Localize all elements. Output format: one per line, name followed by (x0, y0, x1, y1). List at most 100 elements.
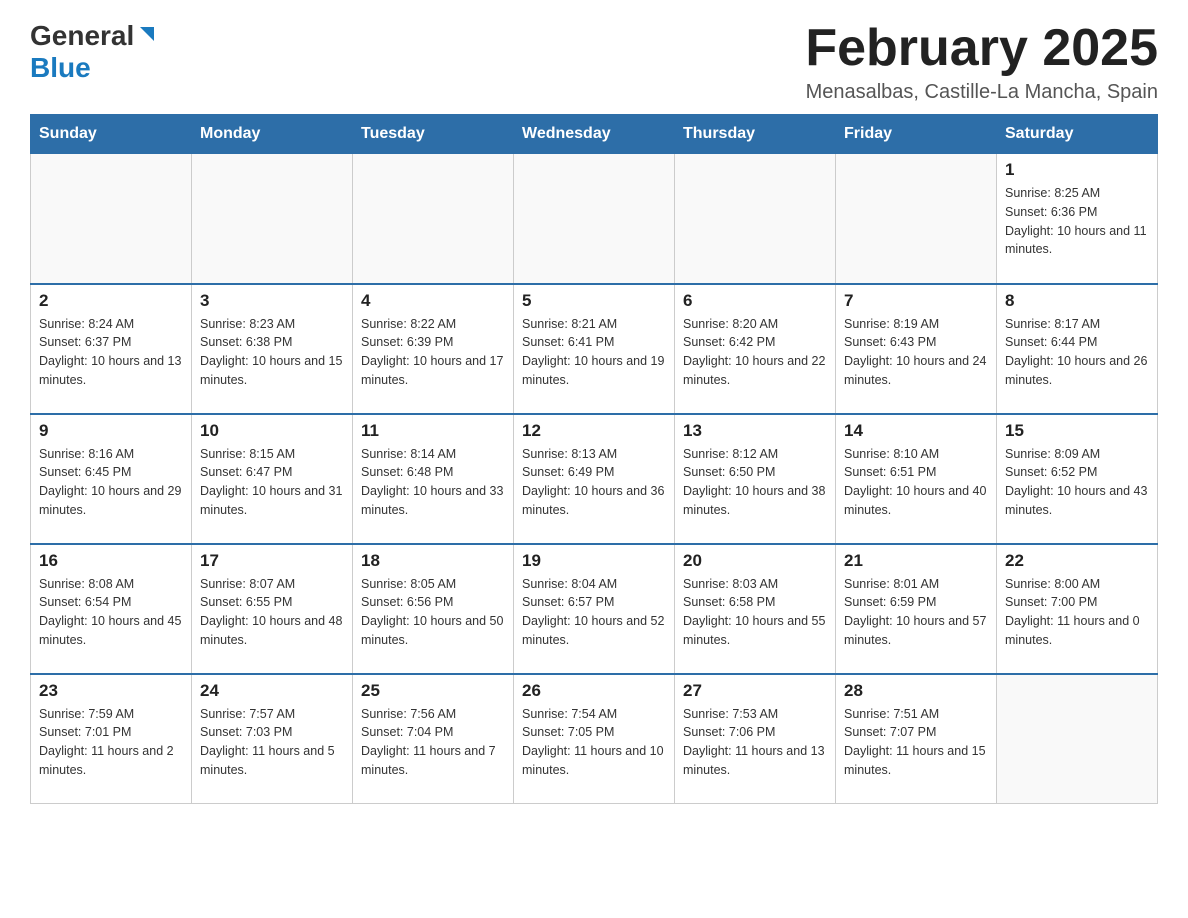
calendar-cell-w1-d5 (675, 154, 836, 284)
day-number: 11 (361, 421, 505, 441)
day-number: 28 (844, 681, 988, 701)
calendar-cell-w5-d4: 26 Sunrise: 7:54 AMSunset: 7:05 PMDayligh… (514, 674, 675, 804)
calendar-cell-w3-d5: 13Sunrise: 8:12 AMSunset: 6:50 PMDayligh… (675, 414, 836, 544)
calendar-cell-w4-d3: 18Sunrise: 8:05 AMSunset: 6:56 PMDayligh… (353, 544, 514, 674)
day-number: 24 (200, 681, 344, 701)
day-info: Sunrise: 8:07 AMSunset: 6:55 PMDaylight:… (200, 575, 344, 650)
day-info: Sunrise: 8:17 AMSunset: 6:44 PMDaylight:… (1005, 315, 1149, 390)
day-info: Sunrise: 8:15 AMSunset: 6:47 PMDaylight:… (200, 445, 344, 520)
calendar-cell-w2-d7: 8 Sunrise: 8:17 AMSunset: 6:44 PMDaylight… (997, 284, 1158, 414)
calendar-cell-w1-d3 (353, 154, 514, 284)
day-info: Sunrise: 8:16 AMSunset: 6:45 PMDaylight:… (39, 445, 183, 520)
col-monday: Monday (192, 115, 353, 154)
day-number: 6 (683, 291, 827, 311)
calendar-cell-w5-d1: 23 Sunrise: 7:59 AMSunset: 7:01 PMDayligh… (31, 674, 192, 804)
col-saturday: Saturday (997, 115, 1158, 154)
day-info: Sunrise: 8:13 AMSunset: 6:49 PMDaylight:… (522, 445, 666, 520)
calendar-cell-w3-d3: 11Sunrise: 8:14 AMSunset: 6:48 PMDayligh… (353, 414, 514, 544)
calendar-cell-w5-d3: 25 Sunrise: 7:56 AMSunset: 7:04 PMDayligh… (353, 674, 514, 804)
day-info: Sunrise: 8:12 AMSunset: 6:50 PMDaylight:… (683, 445, 827, 520)
day-number: 12 (522, 421, 666, 441)
day-info: Sunrise: 7:53 AMSunset: 7:06 PMDaylight:… (683, 705, 827, 780)
calendar-cell-w4-d4: 19 Sunrise: 8:04 AMSunset: 6:57 PMDayligh… (514, 544, 675, 674)
day-info: Sunrise: 8:20 AMSunset: 6:42 PMDaylight:… (683, 315, 827, 390)
day-number: 17 (200, 551, 344, 571)
day-info: Sunrise: 8:22 AMSunset: 6:39 PMDaylight:… (361, 315, 505, 390)
calendar-week-2: 2 Sunrise: 8:24 AMSunset: 6:37 PMDaylight… (31, 284, 1158, 414)
day-info: Sunrise: 8:00 AMSunset: 7:00 PMDaylight:… (1005, 575, 1149, 650)
calendar-table: Sunday Monday Tuesday Wednesday Thursday… (30, 114, 1158, 804)
day-info: Sunrise: 8:24 AMSunset: 6:37 PMDaylight:… (39, 315, 183, 390)
calendar-week-1: 1 Sunrise: 8:25 AMSunset: 6:36 PMDaylight… (31, 154, 1158, 284)
day-info: Sunrise: 8:25 AMSunset: 6:36 PMDaylight:… (1005, 184, 1149, 259)
calendar-cell-w4-d6: 21 Sunrise: 8:01 AMSunset: 6:59 PMDayligh… (836, 544, 997, 674)
logo-blue-text: Blue (30, 52, 91, 83)
calendar-cell-w3-d2: 10 Sunrise: 8:15 AMSunset: 6:47 PMDayligh… (192, 414, 353, 544)
day-info: Sunrise: 7:59 AMSunset: 7:01 PMDaylight:… (39, 705, 183, 780)
day-info: Sunrise: 7:57 AMSunset: 7:03 PMDaylight:… (200, 705, 344, 780)
day-info: Sunrise: 8:03 AMSunset: 6:58 PMDaylight:… (683, 575, 827, 650)
day-info: Sunrise: 8:08 AMSunset: 6:54 PMDaylight:… (39, 575, 183, 650)
calendar-cell-w4-d2: 17 Sunrise: 8:07 AMSunset: 6:55 PMDayligh… (192, 544, 353, 674)
day-number: 20 (683, 551, 827, 571)
calendar-cell-w5-d5: 27 Sunrise: 7:53 AMSunset: 7:06 PMDayligh… (675, 674, 836, 804)
col-sunday: Sunday (31, 115, 192, 154)
col-friday: Friday (836, 115, 997, 154)
col-wednesday: Wednesday (514, 115, 675, 154)
calendar-cell-w3-d4: 12 Sunrise: 8:13 AMSunset: 6:49 PMDayligh… (514, 414, 675, 544)
day-number: 19 (522, 551, 666, 571)
day-number: 21 (844, 551, 988, 571)
logo-triangle-icon (136, 23, 158, 45)
day-number: 1 (1005, 160, 1149, 180)
logo-general-text: General (30, 20, 134, 52)
calendar-cell-w2-d4: 5Sunrise: 8:21 AMSunset: 6:41 PMDaylight… (514, 284, 675, 414)
calendar-header-row: Sunday Monday Tuesday Wednesday Thursday… (31, 115, 1158, 154)
day-number: 27 (683, 681, 827, 701)
day-number: 9 (39, 421, 183, 441)
day-info: Sunrise: 7:51 AMSunset: 7:07 PMDaylight:… (844, 705, 988, 780)
day-number: 16 (39, 551, 183, 571)
day-info: Sunrise: 7:54 AMSunset: 7:05 PMDaylight:… (522, 705, 666, 780)
day-number: 22 (1005, 551, 1149, 571)
day-number: 14 (844, 421, 988, 441)
day-info: Sunrise: 8:19 AMSunset: 6:43 PMDaylight:… (844, 315, 988, 390)
calendar-cell-w1-d4 (514, 154, 675, 284)
day-info: Sunrise: 8:09 AMSunset: 6:52 PMDaylight:… (1005, 445, 1149, 520)
day-number: 4 (361, 291, 505, 311)
title-section: February 2025 Menasalbas, Castille-La Ma… (805, 20, 1158, 104)
day-number: 23 (39, 681, 183, 701)
day-number: 2 (39, 291, 183, 311)
day-number: 25 (361, 681, 505, 701)
page-header: General Blue February 2025 Menasalbas, C… (30, 20, 1158, 104)
calendar-cell-w2-d1: 2 Sunrise: 8:24 AMSunset: 6:37 PMDaylight… (31, 284, 192, 414)
day-number: 26 (522, 681, 666, 701)
day-info: Sunrise: 8:04 AMSunset: 6:57 PMDaylight:… (522, 575, 666, 650)
month-title: February 2025 (805, 20, 1158, 77)
calendar-cell-w4-d7: 22 Sunrise: 8:00 AMSunset: 7:00 PMDayligh… (997, 544, 1158, 674)
location-title: Menasalbas, Castille-La Mancha, Spain (805, 81, 1158, 104)
calendar-cell-w1-d7: 1 Sunrise: 8:25 AMSunset: 6:36 PMDaylight… (997, 154, 1158, 284)
day-info: Sunrise: 8:23 AMSunset: 6:38 PMDaylight:… (200, 315, 344, 390)
calendar-cell-w2-d5: 6 Sunrise: 8:20 AMSunset: 6:42 PMDaylight… (675, 284, 836, 414)
calendar-cell-w3-d7: 15Sunrise: 8:09 AMSunset: 6:52 PMDayligh… (997, 414, 1158, 544)
calendar-cell-w5-d7 (997, 674, 1158, 804)
day-info: Sunrise: 7:56 AMSunset: 7:04 PMDaylight:… (361, 705, 505, 780)
calendar-cell-w2-d6: 7 Sunrise: 8:19 AMSunset: 6:43 PMDaylight… (836, 284, 997, 414)
day-number: 3 (200, 291, 344, 311)
calendar-cell-w5-d6: 28 Sunrise: 7:51 AMSunset: 7:07 PMDayligh… (836, 674, 997, 804)
day-info: Sunrise: 8:21 AMSunset: 6:41 PMDaylight:… (522, 315, 666, 390)
calendar-cell-w3-d6: 14Sunrise: 8:10 AMSunset: 6:51 PMDayligh… (836, 414, 997, 544)
calendar-cell-w3-d1: 9 Sunrise: 8:16 AMSunset: 6:45 PMDaylight… (31, 414, 192, 544)
calendar-cell-w4-d1: 16 Sunrise: 8:08 AMSunset: 6:54 PMDayligh… (31, 544, 192, 674)
col-thursday: Thursday (675, 115, 836, 154)
calendar-cell-w2-d3: 4 Sunrise: 8:22 AMSunset: 6:39 PMDaylight… (353, 284, 514, 414)
calendar-cell-w2-d2: 3 Sunrise: 8:23 AMSunset: 6:38 PMDaylight… (192, 284, 353, 414)
day-info: Sunrise: 8:01 AMSunset: 6:59 PMDaylight:… (844, 575, 988, 650)
calendar-week-5: 23 Sunrise: 7:59 AMSunset: 7:01 PMDayligh… (31, 674, 1158, 804)
calendar-week-4: 16 Sunrise: 8:08 AMSunset: 6:54 PMDayligh… (31, 544, 1158, 674)
day-number: 10 (200, 421, 344, 441)
day-number: 8 (1005, 291, 1149, 311)
logo: General Blue (30, 20, 158, 84)
calendar-cell-w1-d6 (836, 154, 997, 284)
day-number: 7 (844, 291, 988, 311)
